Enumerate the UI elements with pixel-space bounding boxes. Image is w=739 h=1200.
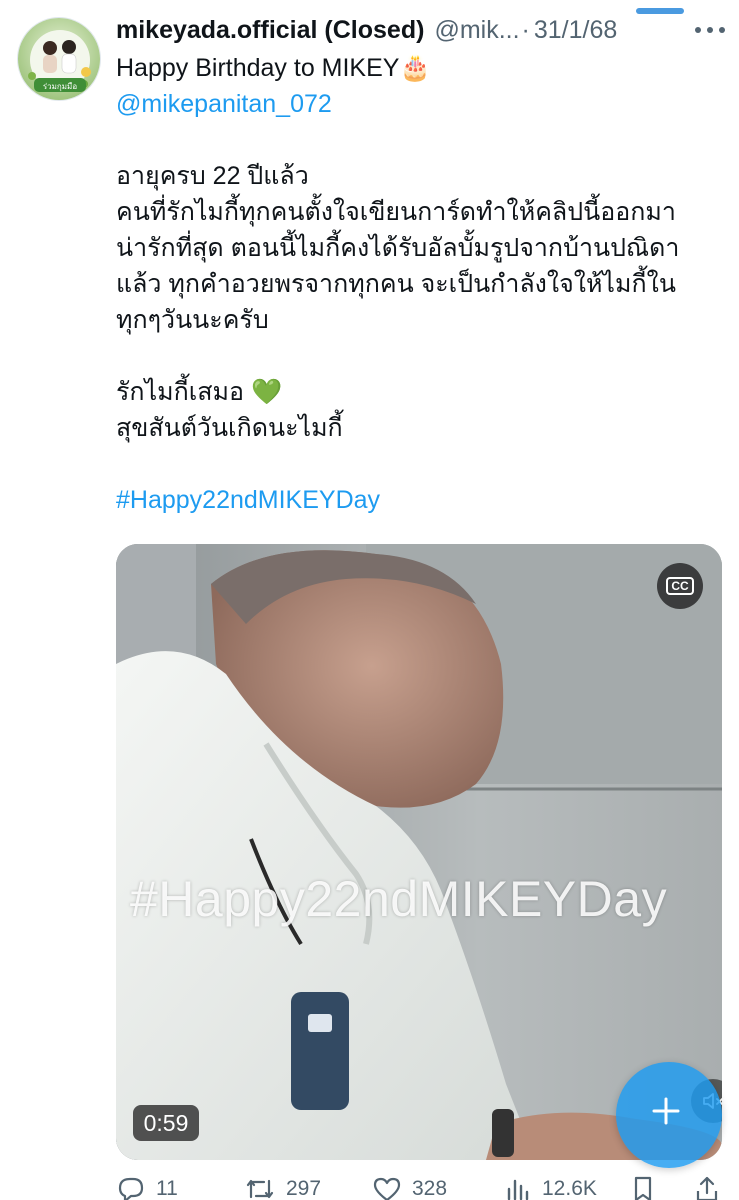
- bookmark-button[interactable]: [631, 1174, 665, 1200]
- captions-button[interactable]: CC: [657, 563, 703, 609]
- views-icon: [507, 1179, 529, 1200]
- mention-link[interactable]: @mikepanitan_072: [116, 86, 726, 122]
- avatar-image: ร่วมกุมมือ: [18, 18, 100, 100]
- tweet-actions: 11 297 328 12.6K: [116, 1174, 739, 1200]
- video-frame: [116, 544, 722, 1160]
- video-player[interactable]: #Happy22ndMIKEYDay CC 0:59: [116, 544, 722, 1160]
- retweet-icon: [246, 1179, 274, 1199]
- user-handle[interactable]: @mik...: [434, 16, 519, 45]
- tweet-line: สุขสันต์วันเกิดนะไมกี้: [116, 414, 343, 442]
- compose-plus-icon: [652, 1097, 680, 1125]
- display-name[interactable]: mikeyada.official (Closed): [116, 16, 424, 45]
- share-icon: [696, 1176, 718, 1200]
- video-overlay-hashtag: #Happy22ndMIKEYDay: [130, 871, 668, 927]
- more-icon[interactable]: [690, 18, 730, 42]
- tweet-line-greeting: Happy Birthday to MIKEY🎂: [116, 54, 431, 82]
- avatar-caption: ร่วมกุมมือ: [43, 82, 77, 91]
- bookmark-icon: [634, 1176, 652, 1200]
- tweet-line: น่ารักที่สุด ตอนนี้ไมกี้คงได้รับอัลบั้มร…: [116, 234, 680, 262]
- tweet-line: อายุครบ 22 ปีแล้ว: [116, 162, 309, 190]
- tweet-line: ทุกๆวันนะครับ: [116, 306, 269, 334]
- cc-icon: CC: [666, 577, 694, 595]
- tweet-line: รักไมกี้เสมอ 💚: [116, 378, 283, 406]
- reply-count: 11: [156, 1177, 178, 1200]
- like-button[interactable]: 328: [372, 1174, 447, 1200]
- views-count: 12.6K: [542, 1177, 597, 1200]
- retweet-count: 297: [286, 1177, 322, 1200]
- header-separator: ·: [521, 15, 530, 44]
- tweet-line: คนที่รักไมกี้ทุกคนตั้งใจเขียนการ์ดทำให้ค…: [116, 198, 676, 226]
- reply-icon: [118, 1177, 144, 1200]
- share-button[interactable]: [694, 1174, 730, 1200]
- tweet-detail-page: ร่วมกุมมือ mikeyada.official (Closed) @m…: [0, 0, 739, 1200]
- like-count: 328: [412, 1177, 448, 1200]
- tweet-timestamp[interactable]: 31/1/68: [534, 16, 617, 45]
- tweet-body: Happy Birthday to MIKEY🎂 @mikepanitan_07…: [116, 50, 726, 518]
- tweet-line: แล้ว ทุกคำอวยพรจากทุกคน จะเป็นกำลังใจให้…: [116, 270, 676, 298]
- like-icon: [373, 1177, 401, 1200]
- video-duration: 0:59: [133, 1105, 199, 1141]
- retweet-button[interactable]: 297: [244, 1174, 321, 1200]
- tweet-header: mikeyada.official (Closed) @mik... · 31/…: [116, 12, 716, 48]
- hashtag-link[interactable]: #Happy22ndMIKEYDay: [116, 482, 726, 518]
- views-button[interactable]: 12.6K: [504, 1174, 597, 1200]
- avatar[interactable]: ร่วมกุมมือ: [17, 17, 101, 101]
- reply-button[interactable]: 11: [116, 1174, 178, 1200]
